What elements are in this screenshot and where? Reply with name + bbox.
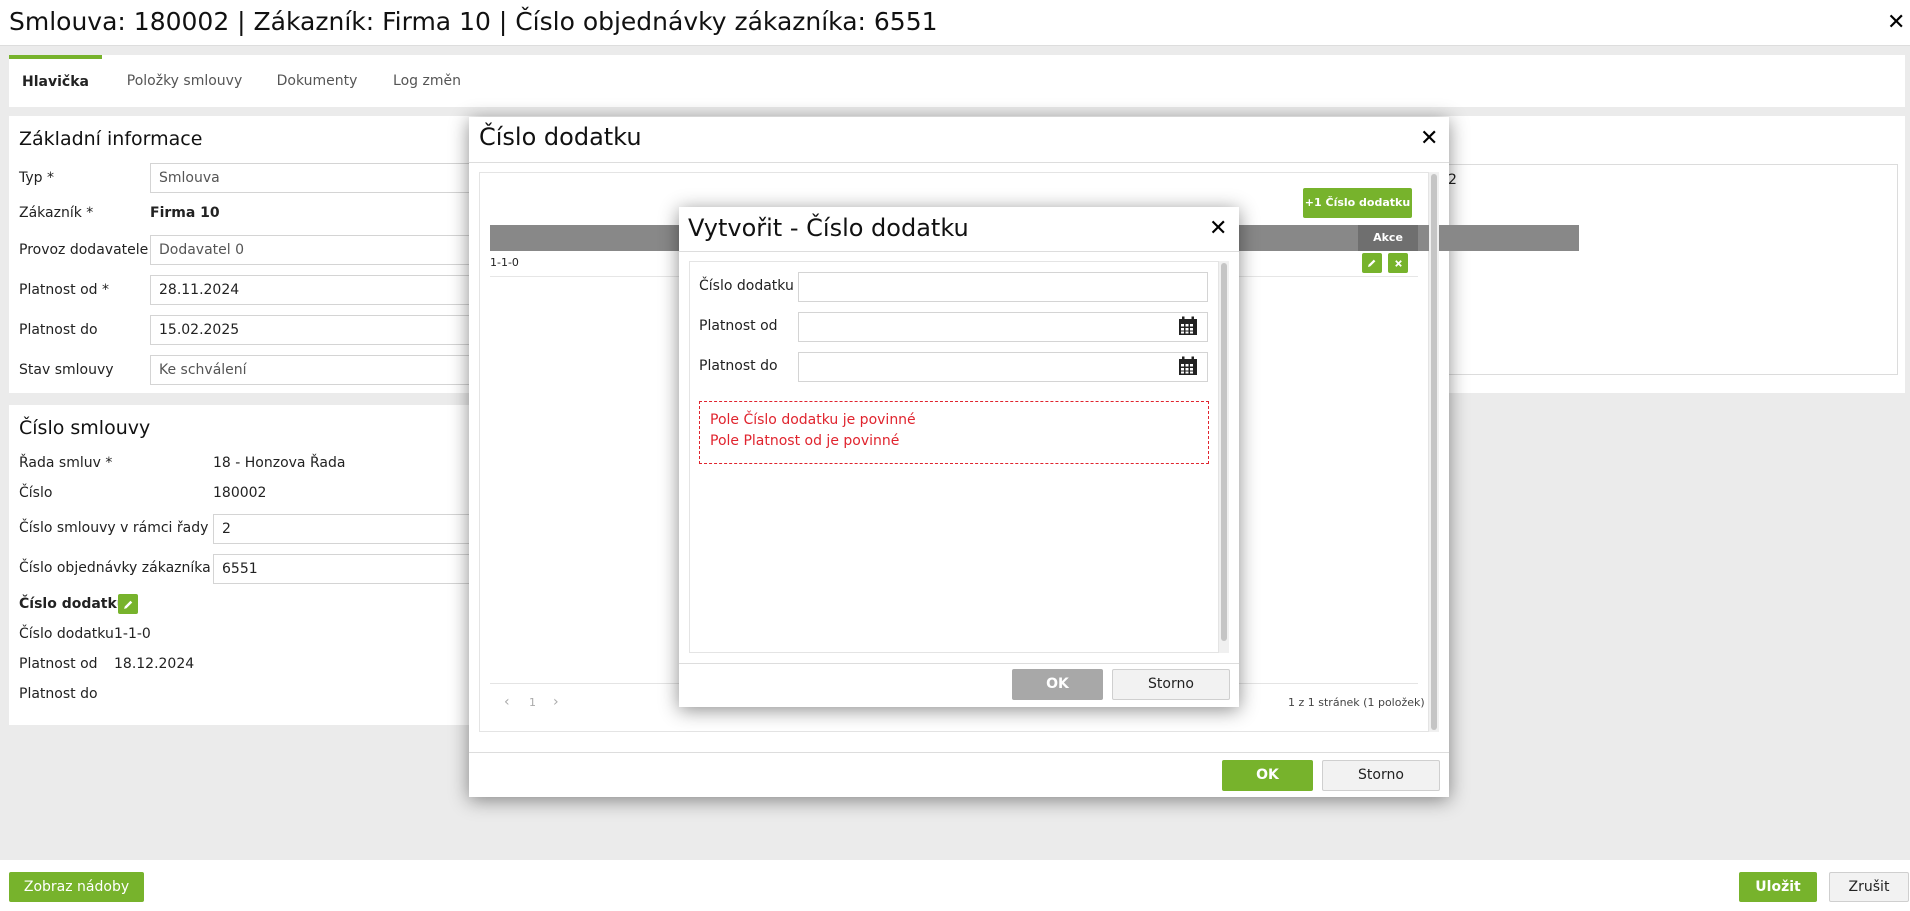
rada-smluv-value: 18 - Honzova Řada bbox=[213, 455, 346, 471]
outer-scrollbar-thumb[interactable] bbox=[1431, 174, 1437, 730]
inner-scrollbar-thumb[interactable] bbox=[1221, 263, 1227, 641]
tab-log-zmen[interactable]: Log změn bbox=[377, 55, 477, 107]
tab-dokumenty[interactable]: Dokumenty bbox=[267, 55, 367, 107]
outer-storno-button[interactable]: Storno bbox=[1322, 760, 1440, 791]
platnost-do-label: Platnost do bbox=[19, 322, 98, 338]
row-edit-button[interactable] bbox=[1362, 253, 1382, 273]
typ-select[interactable]: Smlouva bbox=[150, 163, 480, 193]
dodatek-cislo-label: Číslo dodatku bbox=[19, 626, 114, 642]
outer-dialog-close-icon[interactable]: ✕ bbox=[1420, 128, 1438, 150]
pager-page[interactable]: 1 bbox=[529, 696, 536, 709]
right-info-value: 2 bbox=[1448, 172, 1457, 188]
col-header-akce: Akce bbox=[1358, 225, 1418, 251]
footer-bar bbox=[0, 860, 1910, 911]
inner-do-input[interactable] bbox=[798, 352, 1208, 382]
tab-bar: Hlavička Položky smlouvy Dokumenty Log z… bbox=[9, 55, 1905, 107]
row-cislo-cell: 1-1-0 bbox=[490, 256, 519, 269]
edit-dodatek-button[interactable] bbox=[118, 594, 138, 614]
pager-prev-icon[interactable]: ‹ bbox=[504, 694, 510, 710]
basic-info-title: Základní informace bbox=[19, 128, 203, 150]
cislo-v-ramci-label: Číslo smlouvy v rámci řady * bbox=[19, 520, 220, 536]
right-info-box bbox=[1440, 164, 1898, 375]
cislo-objednavky-label: Číslo objednávky zákazníka bbox=[19, 560, 211, 576]
platnost-od-label: Platnost od * bbox=[19, 282, 109, 298]
cislo-label: Číslo bbox=[19, 485, 53, 501]
cislo-value: 180002 bbox=[213, 485, 267, 501]
inner-footer-divider bbox=[679, 663, 1239, 664]
cislo-objednavky-input[interactable]: 6551 bbox=[213, 554, 483, 584]
inner-cislo-input[interactable] bbox=[798, 272, 1208, 302]
tab-hlavicka[interactable]: Hlavička bbox=[9, 55, 102, 111]
dodatek-platnost-od-label: Platnost od bbox=[19, 656, 98, 672]
ulozit-button[interactable]: Uložit bbox=[1739, 872, 1817, 902]
inner-cislo-label: Číslo dodatku bbox=[699, 278, 794, 294]
pager-next-icon[interactable]: › bbox=[553, 694, 559, 710]
window-close-icon[interactable]: ✕ bbox=[1887, 12, 1905, 34]
close-icon bbox=[1394, 259, 1402, 267]
zobraz-nadoby-button[interactable]: Zobraz nádoby bbox=[9, 872, 144, 902]
inner-od-input[interactable] bbox=[798, 312, 1208, 342]
dodatek-platnost-od-value: 18.12.2024 bbox=[114, 656, 195, 672]
add-cislo-dodatku-button[interactable]: +1 Číslo dodatku bbox=[1303, 188, 1412, 218]
rada-smluv-label: Řada smluv * bbox=[19, 455, 113, 471]
stav-smlouvy-label: Stav smlouvy bbox=[19, 362, 114, 378]
platnost-do-input[interactable]: 15.02.2025 bbox=[150, 315, 480, 345]
typ-label: Typ * bbox=[19, 170, 54, 186]
dodatek-cislo-value: 1-1-0 bbox=[114, 626, 151, 642]
provoz-select[interactable]: Dodavatel 0 bbox=[150, 235, 480, 265]
calendar-icon[interactable] bbox=[1178, 356, 1198, 376]
stav-smlouvy-select[interactable]: Ke schválení bbox=[150, 355, 480, 385]
pencil-icon bbox=[1368, 259, 1376, 267]
col-header-spacer bbox=[1270, 225, 1358, 251]
provoz-label: Provoz dodavatele bbox=[19, 242, 149, 258]
cislo-dodatku-title: Číslo dodatku bbox=[19, 596, 127, 612]
dodatek-platnost-do-label: Platnost do bbox=[19, 686, 98, 702]
zrusit-button[interactable]: Zrušit bbox=[1829, 872, 1909, 902]
outer-footer-divider bbox=[469, 752, 1449, 753]
outer-dialog-title: Číslo dodatku bbox=[479, 123, 642, 151]
cislo-v-ramci-input[interactable]: 2 bbox=[213, 514, 483, 544]
inner-ok-button[interactable]: OK bbox=[1012, 669, 1103, 700]
platnost-od-input[interactable]: 28.11.2024 bbox=[150, 275, 480, 305]
zakaznik-value: Firma 10 bbox=[150, 205, 220, 221]
outer-ok-button[interactable]: OK bbox=[1222, 760, 1313, 791]
window-title: Smlouva: 180002 | Zákazník: Firma 10 | Č… bbox=[9, 7, 938, 36]
calendar-icon[interactable] bbox=[1178, 316, 1198, 336]
inner-dialog-title: Vytvořit - Číslo dodatku bbox=[688, 214, 969, 242]
inner-od-label: Platnost od bbox=[699, 318, 778, 334]
inner-dialog-close-icon[interactable]: ✕ bbox=[1209, 218, 1227, 240]
zakaznik-label: Zákazník * bbox=[19, 205, 94, 221]
tab-polozky-smlouvy[interactable]: Položky smlouvy bbox=[112, 55, 257, 107]
pager-info: 1 z 1 stránek (1 položek) bbox=[1288, 696, 1425, 709]
inner-storno-button[interactable]: Storno bbox=[1112, 669, 1230, 700]
error-cislo-required: Pole Číslo dodatku je povinné bbox=[710, 412, 916, 428]
inner-do-label: Platnost do bbox=[699, 358, 778, 374]
error-platnost-od-required: Pole Platnost od je povinné bbox=[710, 433, 900, 449]
contract-number-title: Číslo smlouvy bbox=[19, 417, 151, 439]
row-delete-button[interactable] bbox=[1388, 253, 1408, 273]
pencil-icon bbox=[123, 600, 132, 609]
